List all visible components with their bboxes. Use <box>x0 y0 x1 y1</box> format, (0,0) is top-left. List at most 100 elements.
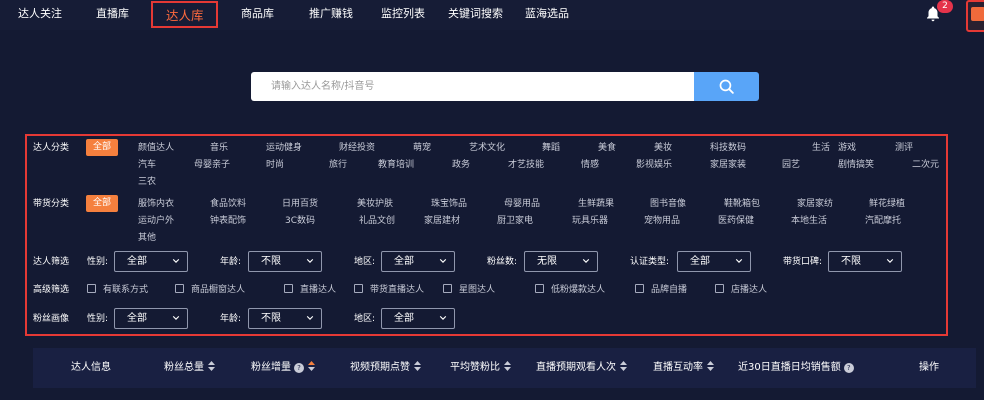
table-column-header[interactable]: 直播预期观看人次 <box>536 361 627 374</box>
advanced-filter-checkbox[interactable]: 店播达人 <box>715 284 767 296</box>
checkbox-box[interactable] <box>635 284 644 293</box>
category-tag[interactable]: 母婴亲子 <box>194 159 230 171</box>
category-tag[interactable]: 时尚 <box>266 159 284 171</box>
goods-tag[interactable]: 生鲜蔬果 <box>578 198 614 210</box>
advanced-filter-checkbox[interactable]: 低粉爆款达人 <box>535 284 605 296</box>
goods-tag[interactable]: 宠物用品 <box>644 215 680 227</box>
goods-tag[interactable]: 日用百货 <box>282 198 318 210</box>
advanced-filter-checkbox[interactable]: 直播达人 <box>284 284 336 296</box>
category-tag[interactable]: 才艺技能 <box>508 159 544 171</box>
goods-tag[interactable]: 母婴用品 <box>504 198 540 210</box>
nav-item-monitor-list[interactable]: 监控列表 <box>381 7 425 21</box>
search-button[interactable] <box>694 72 759 101</box>
goods-tag[interactable]: 汽配摩托 <box>865 215 901 227</box>
category-tag[interactable]: 园艺 <box>782 159 800 171</box>
sort-icon[interactable] <box>414 361 421 371</box>
checkbox-box[interactable] <box>535 284 544 293</box>
checkbox-box[interactable] <box>443 284 452 293</box>
nav-item-talent-follow[interactable]: 达人关注 <box>18 7 62 21</box>
advanced-filter-checkbox[interactable]: 带货直播达人 <box>354 284 424 296</box>
sort-icon[interactable] <box>707 361 714 371</box>
category-tag[interactable]: 音乐 <box>210 142 228 154</box>
table-column-header[interactable]: 直播互动率 <box>653 361 714 374</box>
category-tag[interactable]: 科技数码 <box>710 142 746 154</box>
table-column-header[interactable]: 平均赞粉比 <box>450 361 511 374</box>
goods-tag[interactable]: 服饰内衣 <box>138 198 174 210</box>
goods-tag[interactable]: 医药保健 <box>718 215 754 227</box>
goods-tag[interactable]: 图书音像 <box>650 198 686 210</box>
filter-select[interactable]: 全部 <box>381 308 455 329</box>
goods-tag[interactable]: 本地生活 <box>791 215 827 227</box>
filter-select[interactable]: 不限 <box>828 251 902 272</box>
advanced-filter-checkbox[interactable]: 品牌自播 <box>635 284 687 296</box>
goods-tag[interactable]: 玩具乐器 <box>572 215 608 227</box>
nav-item-product-library[interactable]: 商品库 <box>241 7 274 21</box>
nav-item-blue-ocean[interactable]: 蓝海选品 <box>525 7 569 21</box>
checkbox-box[interactable] <box>715 284 724 293</box>
table-column-header[interactable]: 视频预期点赞 <box>350 361 421 374</box>
help-icon[interactable]: ? <box>843 363 854 373</box>
category-tag[interactable]: 剧情搞笑 <box>838 159 874 171</box>
checkbox-box[interactable] <box>175 284 184 293</box>
category-tag[interactable]: 萌宠 <box>413 142 431 154</box>
filter-select[interactable]: 全部 <box>114 251 188 272</box>
checkbox-box[interactable] <box>354 284 363 293</box>
goods-tag[interactable]: 厨卫家电 <box>497 215 533 227</box>
advanced-filter-checkbox[interactable]: 商品橱窗达人 <box>175 284 245 296</box>
category-tag[interactable]: 生活 <box>812 142 830 154</box>
filter-select[interactable]: 不限 <box>248 308 322 329</box>
table-column-header[interactable]: 粉丝总量 <box>164 361 215 374</box>
filter-select[interactable]: 全部 <box>381 251 455 272</box>
category-tag[interactable]: 政务 <box>452 159 470 171</box>
sort-icon[interactable] <box>504 361 511 371</box>
goods-tag[interactable]: 3C数码 <box>285 215 315 227</box>
category-tag[interactable]: 运动健身 <box>266 142 302 154</box>
checkbox-box[interactable] <box>284 284 293 293</box>
filter-select[interactable]: 全部 <box>114 308 188 329</box>
goods-tag[interactable]: 美妆护肤 <box>357 198 393 210</box>
nav-item-talent-library[interactable]: 达人库 <box>151 1 218 28</box>
goods-tag[interactable]: 家居家纺 <box>797 198 833 210</box>
goods-tag[interactable]: 鞋靴箱包 <box>724 198 760 210</box>
nav-item-promote-earn[interactable]: 推广赚钱 <box>309 7 353 21</box>
goods-all-tag[interactable]: 全部 <box>86 195 119 212</box>
category-tag[interactable]: 情感 <box>581 159 599 171</box>
category-tag[interactable]: 家居家装 <box>710 159 746 171</box>
goods-tag[interactable]: 运动户外 <box>138 215 174 227</box>
goods-tag[interactable]: 家居建材 <box>424 215 460 227</box>
category-tag[interactable]: 游戏 <box>838 142 856 154</box>
filter-select[interactable]: 无限 <box>524 251 598 272</box>
category-tag[interactable]: 艺术文化 <box>469 142 505 154</box>
help-icon[interactable]: ? <box>294 363 304 373</box>
category-tag[interactable]: 旅行 <box>329 159 347 171</box>
sort-icon[interactable] <box>620 361 627 371</box>
category-tag[interactable]: 测评 <box>895 142 913 154</box>
nav-item-live-library[interactable]: 直播库 <box>96 7 129 21</box>
goods-tag[interactable]: 其他 <box>138 232 156 244</box>
advanced-filter-checkbox[interactable]: 星图达人 <box>443 284 495 296</box>
table-column-header[interactable]: 粉丝增量? <box>251 361 315 374</box>
category-tag[interactable]: 教育培训 <box>378 159 414 171</box>
category-tag[interactable]: 美妆 <box>654 142 672 154</box>
goods-tag[interactable]: 鲜花绿植 <box>869 198 905 210</box>
checkbox-box[interactable] <box>87 284 96 293</box>
filter-select[interactable]: 不限 <box>248 251 322 272</box>
category-tag[interactable]: 影视娱乐 <box>636 159 672 171</box>
category-tag[interactable]: 美食 <box>598 142 616 154</box>
nav-item-keyword-search[interactable]: 关键词搜索 <box>448 7 503 21</box>
advanced-filter-checkbox[interactable]: 有联系方式 <box>87 284 148 296</box>
category-tag[interactable]: 二次元 <box>912 159 939 171</box>
category-tag[interactable]: 颜值达人 <box>138 142 174 154</box>
sort-icon[interactable] <box>208 361 215 371</box>
category-tag[interactable]: 三农 <box>138 176 156 188</box>
gift-icon[interactable] <box>966 0 984 32</box>
filter-select[interactable]: 全部 <box>677 251 751 272</box>
category-tag[interactable]: 财经投资 <box>339 142 375 154</box>
category-tag[interactable]: 汽车 <box>138 159 156 171</box>
sort-icon[interactable] <box>308 361 315 371</box>
goods-tag[interactable]: 礼品文创 <box>359 215 395 227</box>
goods-tag[interactable]: 食品饮料 <box>210 198 246 210</box>
category-tag[interactable]: 舞蹈 <box>542 142 560 154</box>
goods-tag[interactable]: 钟表配饰 <box>210 215 246 227</box>
goods-tag[interactable]: 珠宝饰品 <box>431 198 467 210</box>
